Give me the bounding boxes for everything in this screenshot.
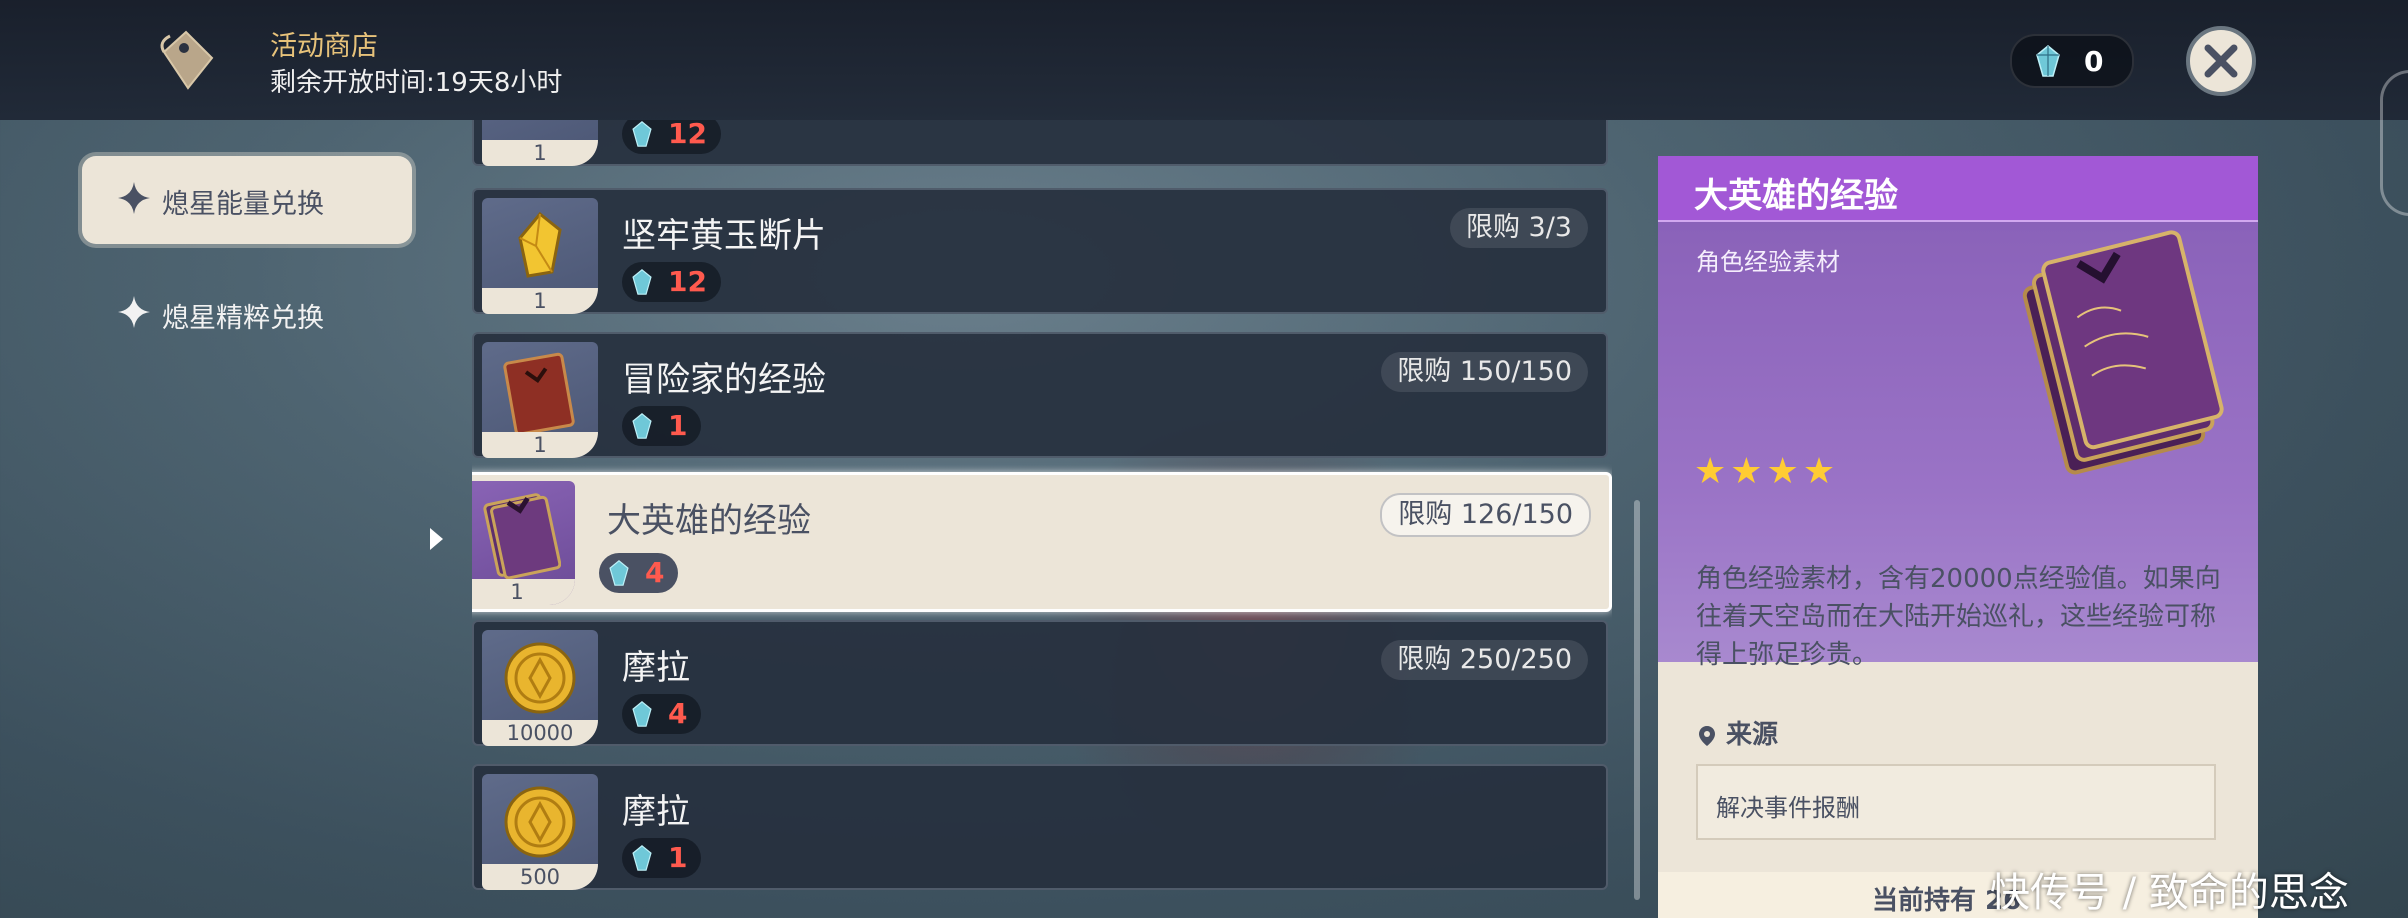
crystal-icon bbox=[632, 269, 652, 295]
purchase-limit: 限购 250/250 bbox=[1381, 640, 1588, 680]
crystal-icon bbox=[632, 413, 652, 439]
item-thumbnail: 1 bbox=[472, 481, 575, 605]
top-bar: 活动商店 剩余开放时间:19天8小时 0 bbox=[0, 0, 2408, 120]
shop-item-row[interactable]: 1 12 bbox=[472, 120, 1608, 166]
shop-item-row[interactable]: 500 摩拉 1 bbox=[472, 764, 1608, 890]
crystal-icon bbox=[2036, 45, 2060, 77]
item-thumbnail: 1 bbox=[482, 120, 598, 166]
list-scrollbar[interactable] bbox=[1634, 500, 1640, 900]
purple-book-icon bbox=[483, 493, 561, 579]
item-category: 角色经验素材 bbox=[1696, 248, 1840, 276]
item-detail-panel: 大英雄的经验 角色经验素材 ★★★★ 角色经验素材，含有20000点经验值。如果… bbox=[1658, 156, 2258, 918]
item-name: 冒险家的经验 bbox=[622, 360, 826, 400]
item-name: 坚牢黄玉断片 bbox=[622, 216, 826, 256]
shop-title: 活动商店 bbox=[270, 31, 378, 62]
item-quantity: 1 bbox=[482, 432, 598, 458]
nav-tab-label: 熄星能量兑换 bbox=[162, 189, 324, 220]
item-quantity: 10000 bbox=[482, 720, 598, 746]
source-heading: 来源 bbox=[1698, 714, 1778, 751]
shop-tag-icon bbox=[160, 30, 214, 90]
side-frame-ornament bbox=[2380, 70, 2408, 216]
item-quantity: 1 bbox=[482, 288, 598, 314]
nav-tab-essence-exchange[interactable]: 熄星精粹兑换 bbox=[82, 290, 412, 340]
shop-item-row-selected[interactable]: 1 大英雄的经验 限购 126/150 4 bbox=[472, 472, 1612, 612]
nav-tab-label: 熄星精粹兑换 bbox=[162, 303, 324, 334]
item-price: 12 bbox=[622, 262, 721, 302]
item-name: 摩拉 bbox=[622, 792, 690, 832]
rarity-stars: ★★★★ bbox=[1694, 451, 1840, 492]
shop-item-row[interactable]: 1 冒险家的经验 限购 150/150 1 bbox=[472, 332, 1608, 458]
detail-header: 大英雄的经验 bbox=[1658, 156, 2258, 222]
remaining-time: 剩余开放时间:19天8小时 bbox=[270, 68, 563, 98]
item-thumbnail: 500 bbox=[482, 774, 598, 890]
detail-title: 大英雄的经验 bbox=[1694, 176, 1898, 216]
crystal-icon bbox=[609, 560, 629, 586]
currency-amount: 0 bbox=[2084, 45, 2104, 78]
purchase-limit: 限购 150/150 bbox=[1381, 352, 1588, 392]
item-price: 4 bbox=[622, 694, 702, 734]
sparkle-icon bbox=[118, 296, 150, 328]
crystal-icon bbox=[632, 701, 652, 727]
shop-item-row[interactable]: 10000 摩拉 限购 250/250 4 bbox=[472, 620, 1608, 746]
shop-item-row[interactable]: 1 坚牢黄玉断片 限购 3/3 12 bbox=[472, 188, 1608, 314]
topaz-fragment-icon bbox=[518, 211, 562, 278]
item-description: 角色经验素材，含有20000点经验值。如果向往着天空岛而在大陆开始巡礼，这些经验… bbox=[1696, 564, 2221, 670]
item-name: 摩拉 bbox=[622, 648, 690, 688]
close-icon bbox=[2204, 44, 2238, 78]
sparkle-icon bbox=[118, 182, 150, 214]
item-quantity: 500 bbox=[482, 864, 598, 890]
close-button[interactable] bbox=[2186, 26, 2256, 96]
mora-coin-icon bbox=[504, 642, 576, 714]
purchase-limit: 限购 126/150 bbox=[1380, 493, 1591, 537]
currency-display: 0 bbox=[2010, 34, 2134, 88]
purchase-limit: 限购 3/3 bbox=[1449, 208, 1588, 248]
item-thumbnail: 10000 bbox=[482, 630, 598, 746]
item-thumbnail: 1 bbox=[482, 342, 598, 458]
location-pin-icon bbox=[1699, 726, 1715, 746]
hero-wit-book-icon bbox=[2022, 230, 2224, 475]
crystal-icon bbox=[632, 845, 652, 871]
item-thumbnail: 1 bbox=[482, 198, 598, 314]
red-book-icon bbox=[503, 352, 575, 434]
item-quantity: 1 bbox=[482, 140, 598, 166]
crystal-icon bbox=[632, 121, 652, 147]
item-price: 1 bbox=[622, 406, 702, 446]
item-quantity: 1 bbox=[472, 579, 575, 605]
item-price: 1 bbox=[622, 838, 702, 878]
nav-tab-energy-exchange[interactable]: 熄星能量兑换 bbox=[82, 156, 412, 244]
source-entry[interactable]: 解决事件报酬 bbox=[1696, 764, 2216, 840]
watermark-text: 快传号 / 致命的思念 bbox=[1990, 870, 2349, 916]
source-label: 解决事件报酬 bbox=[1716, 794, 1860, 822]
item-price: 12 bbox=[622, 120, 721, 154]
shop-item-list[interactable]: 1 12 1 坚牢黄玉断片 限购 3/3 12 1 冒险家的经验 限购 150/… bbox=[472, 120, 1612, 918]
item-price: 4 bbox=[599, 553, 679, 593]
item-name: 大英雄的经验 bbox=[607, 501, 811, 541]
selection-pointer-icon bbox=[430, 528, 443, 550]
mora-coin-icon bbox=[504, 786, 576, 858]
